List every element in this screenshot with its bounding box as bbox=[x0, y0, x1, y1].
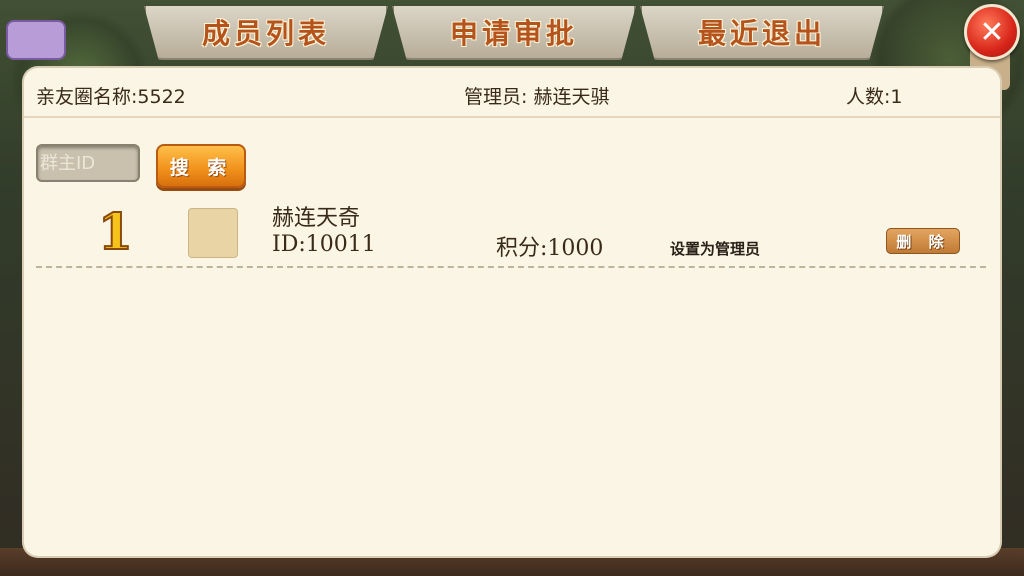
close-button[interactable]: ✕ bbox=[964, 4, 1020, 60]
set-admin-link[interactable]: 设置为管理员 bbox=[670, 238, 760, 259]
search-input[interactable] bbox=[36, 144, 140, 182]
search-button[interactable]: 搜 索 bbox=[156, 144, 246, 188]
delete-button[interactable]: 删 除 bbox=[886, 228, 960, 254]
member-name: 赫连天奇 bbox=[272, 206, 361, 231]
close-icon: ✕ bbox=[979, 14, 1005, 50]
rank-number: 1 bbox=[97, 202, 134, 261]
member-score: 积分:1000 bbox=[496, 236, 604, 261]
info-bar: 亲友圈名称:5522 管理员: 赫连天骐 人数:1 bbox=[24, 68, 1000, 118]
tab-recent-exits[interactable]: 最近退出 bbox=[640, 6, 884, 60]
background-badge bbox=[6, 20, 66, 60]
admin-name: 管理员: 赫连天骐 bbox=[464, 86, 610, 108]
tab-application-approval[interactable]: 申请审批 bbox=[392, 6, 636, 60]
member-row: 1 赫连天奇 ID:10011 积分:1000 设置为管理员 删 除 bbox=[36, 196, 986, 268]
tab-member-list[interactable]: 成员列表 bbox=[144, 6, 388, 60]
circle-name: 亲友圈名称:5522 bbox=[36, 86, 186, 108]
member-count: 人数:1 bbox=[846, 86, 903, 108]
member-panel: 亲友圈名称:5522 管理员: 赫连天骐 人数:1 搜 索 1 赫连天奇 ID:… bbox=[24, 68, 1000, 556]
member-id: ID:10011 bbox=[272, 232, 376, 257]
avatar bbox=[188, 208, 238, 258]
